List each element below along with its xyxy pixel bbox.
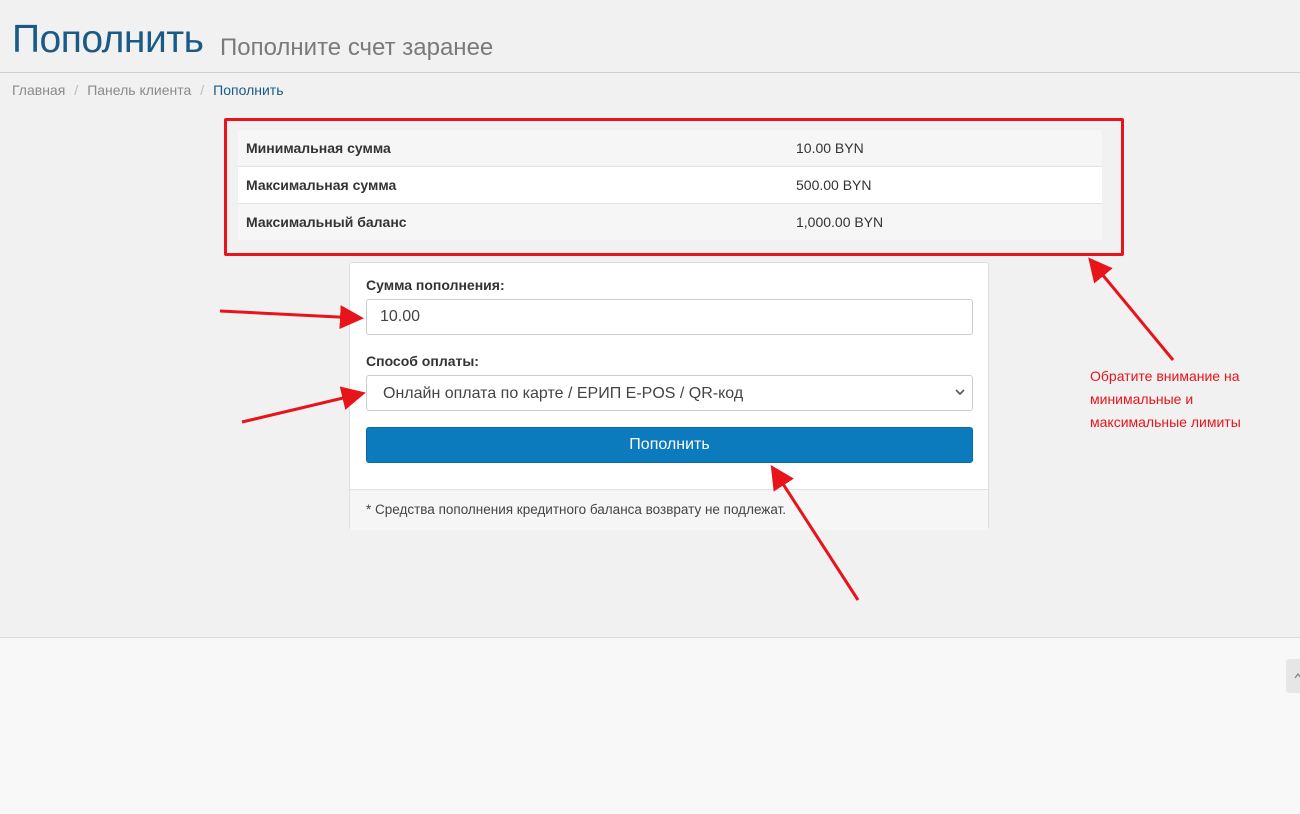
page-title: Пополнить (12, 18, 204, 61)
page-header: Пополнить Пополните счет заранее (0, 0, 1300, 73)
page-subtitle: Пополните счет заранее (220, 34, 494, 61)
limit-label: Максимальный баланс (238, 203, 788, 240)
breadcrumb-home[interactable]: Главная (12, 82, 65, 98)
amount-label: Сумма пополнения: (366, 277, 505, 293)
table-row: Максимальная сумма 500.00 BYN (238, 166, 1102, 204)
arrow-to-payment-select (241, 386, 366, 424)
breadcrumb: Главная / Панель клиента / Пополнить (12, 82, 284, 98)
limit-value: 500.00 BYN (788, 166, 1102, 204)
limit-label: Минимальная сумма (238, 130, 788, 167)
payment-method-select[interactable]: Онлайн оплата по карте / ЕРИП E-POS / QR… (366, 375, 973, 411)
limit-label: Максимальная сумма (238, 166, 788, 204)
chevron-down-icon (955, 389, 965, 396)
payment-method-label: Способ оплаты: (366, 353, 479, 369)
limit-value: 1,000.00 BYN (788, 203, 1102, 240)
breadcrumb-current: Пополнить (213, 82, 284, 98)
scroll-top-button[interactable] (1286, 659, 1300, 693)
breadcrumb-separator: / (74, 82, 79, 98)
breadcrumb-client-panel[interactable]: Панель клиента (87, 82, 191, 98)
amount-input[interactable] (366, 299, 973, 335)
table-row: Минимальная сумма 10.00 BYN (238, 130, 1102, 167)
arrow-to-amount-input (219, 305, 364, 330)
arrow-to-limits-table (1088, 257, 1175, 361)
limits-table: Минимальная сумма 10.00 BYN Максимальная… (238, 130, 1102, 240)
limits-annotation-note: Обратите внимание на минимальные и макси… (1090, 368, 1241, 430)
table-row: Максимальный баланс 1,000.00 BYN (238, 203, 1102, 240)
payment-method-value: Онлайн оплата по карте / ЕРИП E-POS / QR… (383, 385, 744, 402)
limit-value: 10.00 BYN (788, 130, 1102, 167)
card-footer: * Средства пополнения кредитного баланса… (350, 489, 988, 530)
page-footer-area (0, 637, 1300, 814)
chevron-up-icon (1294, 672, 1300, 679)
topup-form-card: Сумма пополнения: Способ оплаты: Онлайн … (349, 262, 989, 530)
breadcrumb-separator: / (200, 82, 205, 98)
submit-topup-button[interactable]: Пополнить (366, 427, 973, 463)
refund-footnote: * Средства пополнения кредитного баланса… (366, 502, 786, 517)
